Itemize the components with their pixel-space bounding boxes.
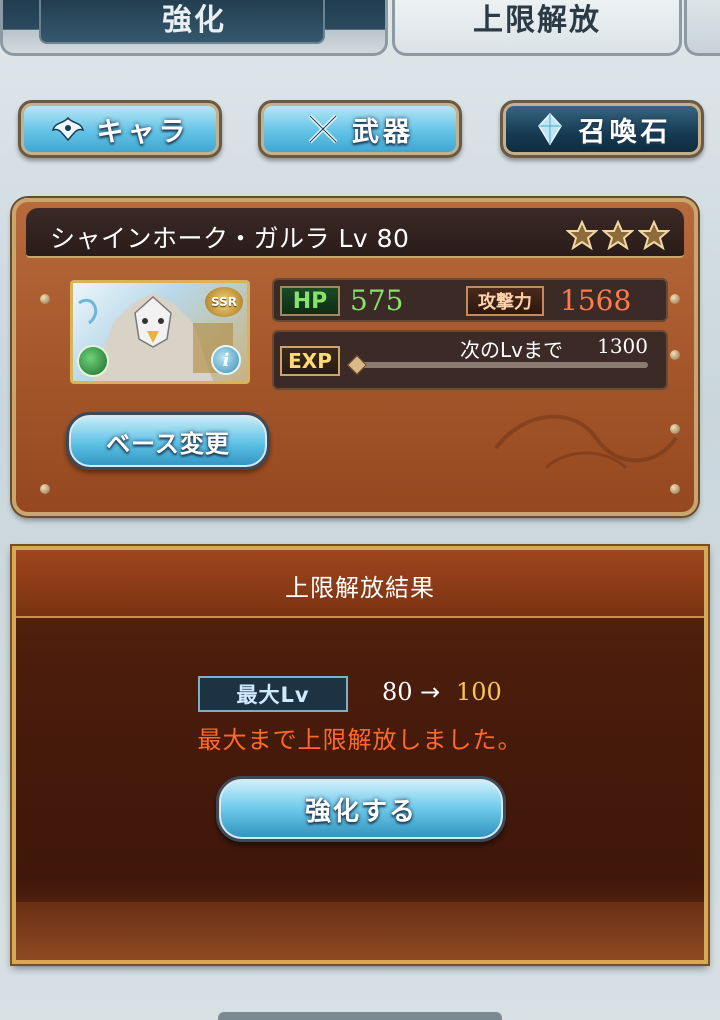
character-panel: シャインホーク・ガルラ Lv 80 SSR i HP 575 攻撃力 1568 … bbox=[12, 198, 698, 516]
result-bottom-band bbox=[16, 902, 704, 960]
category-character-label: キャラ bbox=[96, 116, 190, 148]
enhance-button[interactable]: 強化する bbox=[216, 776, 506, 842]
tab-limit-break-label: 上限解放 bbox=[473, 2, 601, 38]
info-icon[interactable]: i bbox=[211, 345, 241, 375]
category-character-button[interactable]: キャラ bbox=[18, 100, 222, 158]
category-summon-button[interactable]: 召喚石 bbox=[500, 100, 704, 158]
category-weapon-label: 武器 bbox=[352, 116, 414, 148]
limit-break-result-panel: 上限解放結果 最大Lv 80 → 100 最大まで上限解放しました。 強化する bbox=[12, 546, 708, 964]
star-icon bbox=[602, 220, 634, 250]
level-to: 100 bbox=[456, 678, 502, 706]
result-title: 上限解放結果 bbox=[285, 574, 435, 602]
rivet bbox=[670, 294, 680, 304]
next-level-label: 次のLvまで bbox=[460, 338, 563, 362]
rivet bbox=[40, 484, 50, 494]
exp-row: EXP 次のLvまで 1300 bbox=[272, 330, 668, 390]
exp-marker-icon bbox=[347, 355, 367, 375]
level-arrow: → bbox=[420, 678, 441, 706]
crossed-swords-icon bbox=[306, 112, 340, 146]
character-portrait[interactable]: SSR i bbox=[70, 280, 250, 384]
attack-label: 攻撃力 bbox=[466, 286, 544, 316]
ssr-badge: SSR bbox=[205, 287, 243, 317]
tab-enhance[interactable]: 強化 bbox=[0, 0, 388, 56]
base-change-button[interactable]: ベース変更 bbox=[66, 412, 270, 470]
crystal-icon bbox=[533, 112, 567, 146]
limit-break-screen: 強化 上限解放 キャラ 武器 召喚石 シャインホーク・ガルラ Lv 80 SSR… bbox=[0, 0, 720, 1020]
enhance-button-label: 強化する bbox=[304, 796, 417, 827]
character-name: シャインホーク・ガルラ Lv 80 bbox=[50, 224, 410, 253]
max-level-label: 最大Lv bbox=[198, 676, 348, 712]
rivet bbox=[40, 294, 50, 304]
character-wing-icon bbox=[51, 112, 85, 146]
exp-label: EXP bbox=[280, 346, 340, 376]
category-summon-label: 召喚石 bbox=[578, 116, 672, 148]
result-message: 最大まで上限解放しました。 bbox=[197, 726, 523, 754]
next-level-value: 1300 bbox=[597, 334, 648, 358]
stats-row: HP 575 攻撃力 1568 bbox=[272, 278, 668, 322]
tab-extra[interactable] bbox=[684, 0, 720, 56]
bottom-edge-element bbox=[218, 1012, 502, 1020]
rarity-stars bbox=[566, 220, 670, 250]
tab-enhance-label: 強化 bbox=[162, 2, 226, 38]
tab-limit-break[interactable]: 上限解放 bbox=[392, 0, 682, 56]
rivet bbox=[670, 350, 680, 360]
base-change-label: ベース変更 bbox=[106, 429, 230, 458]
exp-bar bbox=[354, 362, 648, 368]
result-header: 上限解放結果 bbox=[16, 550, 704, 618]
wind-element-icon bbox=[77, 345, 109, 377]
star-icon bbox=[638, 220, 670, 250]
top-tab-bar: 強化 上限解放 bbox=[0, 0, 720, 62]
category-weapon-button[interactable]: 武器 bbox=[258, 100, 462, 158]
level-from: 80 bbox=[382, 678, 413, 706]
character-title-bar: シャインホーク・ガルラ Lv 80 bbox=[26, 208, 684, 258]
hp-label: HP bbox=[280, 286, 340, 316]
hp-value: 575 bbox=[350, 284, 404, 317]
ornament-swirl bbox=[494, 414, 678, 470]
star-icon bbox=[566, 220, 598, 250]
attack-value: 1568 bbox=[560, 284, 632, 317]
